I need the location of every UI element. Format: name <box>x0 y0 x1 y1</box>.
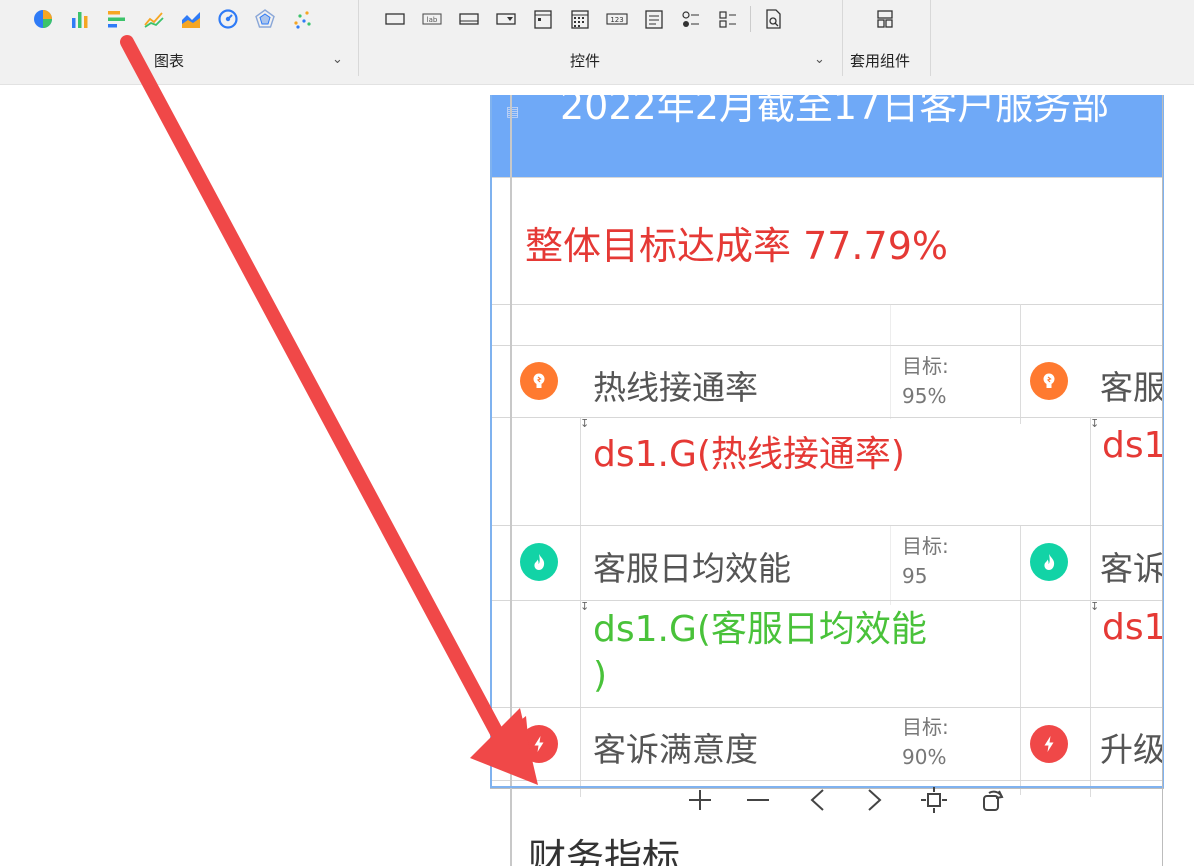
row-divider <box>490 304 1164 305</box>
finance-section-title[interactable]: 财务指标 <box>528 827 680 866</box>
row-divider <box>490 600 1164 601</box>
component-group: 套用组件 <box>844 0 928 84</box>
lightning-icon <box>1030 725 1068 763</box>
flame-icon <box>520 543 558 581</box>
kpi-target: 目标: 95 <box>902 531 949 591</box>
date-control-icon[interactable] <box>528 4 558 34</box>
bar-chart-icon[interactable] <box>65 4 95 34</box>
control-group-label: 控件 <box>570 52 601 70</box>
kpi-target-label: 目标: <box>902 354 949 378</box>
text-box-control-icon[interactable] <box>454 4 484 34</box>
report-title: 2022年2月截至17日客户服务部 <box>560 95 1110 128</box>
kpi-target-value: 95 <box>902 564 928 588</box>
row-divider <box>490 707 1164 708</box>
lightning-icon <box>520 725 558 763</box>
cell-expand-marker: ↧ <box>1090 600 1100 613</box>
column-divider <box>890 304 891 419</box>
kpi-formula-line: ) <box>593 655 608 696</box>
kpi-target-label: 目标: <box>902 715 949 739</box>
radar-chart-icon[interactable] <box>250 4 280 34</box>
scatter-chart-icon[interactable] <box>287 4 317 34</box>
kpi-name: 升级 <box>1100 730 1164 769</box>
button-control-icon[interactable] <box>380 4 410 34</box>
flame-icon <box>1030 543 1068 581</box>
cell-expand-marker: ↧ <box>580 417 590 430</box>
fit-to-screen-icon[interactable] <box>918 784 950 816</box>
kpi-name: 客服日均效能 <box>593 549 791 588</box>
row-divider <box>490 525 1164 526</box>
kpi-name: 客诉 <box>1100 549 1164 588</box>
report-right-edge <box>1162 95 1163 866</box>
kpi-formula[interactable]: ds1 <box>1102 607 1164 648</box>
area-chart-icon[interactable] <box>176 4 206 34</box>
kpi-name: 客服 <box>1100 368 1164 407</box>
label-control-icon[interactable]: lab <box>417 4 447 34</box>
component-group-label: 套用组件 <box>850 52 911 70</box>
row-divider <box>490 177 1164 178</box>
rotate-icon[interactable] <box>976 784 1008 816</box>
column-divider <box>1020 304 1021 424</box>
kpi-target-label: 目标: <box>902 534 949 558</box>
kpi-formula[interactable]: ds1 <box>1102 425 1164 466</box>
ribbon-toolbar: 图表 ⌄ lab 123 控件 ⌄ 套用组件 <box>0 0 1194 85</box>
calendar-control-icon[interactable] <box>565 4 595 34</box>
column-divider <box>890 525 891 605</box>
icon-divider <box>750 6 751 32</box>
overall-target-rate[interactable]: 整体目标达成率 77.79% <box>525 215 948 270</box>
kpi-name: 热线接通率 <box>593 368 758 407</box>
cell-expand-marker: ↧ <box>1090 417 1100 430</box>
dropdown-control-icon[interactable] <box>491 4 521 34</box>
kpi-target: 目标: 90% <box>902 712 949 772</box>
group-divider <box>842 0 843 76</box>
control-group: lab 123 控件 ⌄ <box>360 0 840 84</box>
kpi-formula[interactable]: ds1.G(热线接通率) <box>593 425 905 477</box>
column-guide <box>510 95 512 866</box>
lightbulb-icon <box>1030 362 1068 400</box>
kpi-formula-line: ds1.G(客服日均效能 <box>593 609 927 650</box>
checkbox-group-control-icon[interactable] <box>713 4 743 34</box>
kpi-name: 客诉满意度 <box>593 730 758 769</box>
zoom-in-icon[interactable] <box>684 784 716 816</box>
gauge-chart-icon[interactable] <box>213 4 243 34</box>
cell-marker-icon: ▤ <box>506 104 520 120</box>
kpi-formula[interactable]: ds1.G(客服日均效能 ) <box>593 607 927 699</box>
svg-text:123: 123 <box>610 16 623 24</box>
previous-icon[interactable] <box>802 784 834 816</box>
number-control-icon[interactable]: 123 <box>602 4 632 34</box>
control-group-expand-icon[interactable]: ⌄ <box>814 52 825 67</box>
layout-component-icon[interactable] <box>870 4 900 34</box>
horizontal-bar-chart-icon[interactable] <box>102 4 132 34</box>
kpi-target-value: 95% <box>902 384 947 408</box>
zoom-out-icon[interactable] <box>742 784 774 816</box>
kpi-target: 目标: 95% <box>902 351 949 411</box>
chart-group-expand-icon[interactable]: ⌄ <box>332 52 343 67</box>
lightbulb-icon <box>520 362 558 400</box>
chart-group: 图表 ⌄ <box>0 0 356 84</box>
row-divider <box>490 417 1164 418</box>
radio-group-control-icon[interactable] <box>676 4 706 34</box>
row-divider <box>490 345 1164 346</box>
chart-group-label: 图表 <box>154 52 185 70</box>
svg-text:lab: lab <box>427 16 438 24</box>
line-chart-icon[interactable] <box>139 4 169 34</box>
row-divider <box>490 780 1164 781</box>
column-divider <box>1020 525 1021 795</box>
report-title-bar[interactable]: ▤ 2022年2月截至17日客户服务部 <box>490 95 1164 177</box>
kpi-target-value: 90% <box>902 745 947 769</box>
query-button-icon[interactable] <box>758 4 788 34</box>
group-divider <box>930 0 931 76</box>
cell-expand-marker: ↧ <box>580 600 590 613</box>
next-icon[interactable] <box>858 784 890 816</box>
pie-chart-icon[interactable] <box>28 4 58 34</box>
report-body[interactable]: ▤ 2022年2月截至17日客户服务部 整体目标达成率 77.79% 热线接通率… <box>490 95 1164 866</box>
group-divider <box>358 0 359 76</box>
list-control-icon[interactable] <box>639 4 669 34</box>
